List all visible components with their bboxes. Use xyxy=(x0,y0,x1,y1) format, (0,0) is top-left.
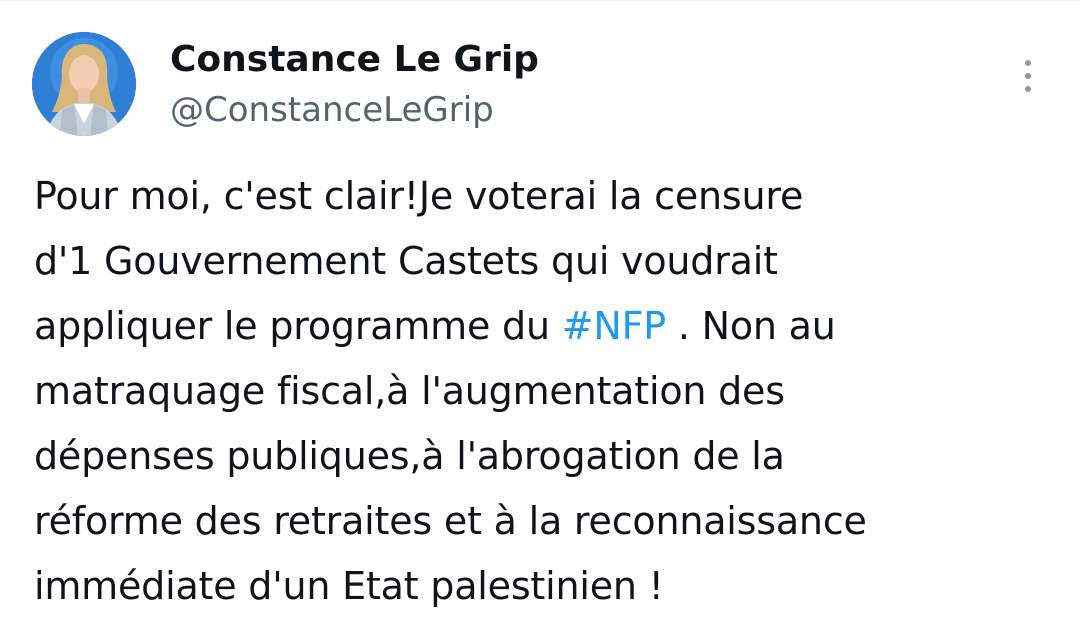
user-handle[interactable]: @ConstanceLeGrip xyxy=(170,87,494,133)
tweet-text-line: immédiate d'un Etat palestinien ! xyxy=(34,564,664,608)
avatar[interactable] xyxy=(32,32,136,136)
tweet-text-line: Pour moi, c'est clair!Je voterai la cens… xyxy=(34,174,804,218)
tweet-text-line: d'1 Gouvernement Castets qui voudrait xyxy=(34,239,778,283)
more-options-button[interactable] xyxy=(1010,54,1046,98)
hashtag-link[interactable]: #NFP xyxy=(562,304,666,348)
tweet-card: Constance Le Grip @ConstanceLeGrip Pour … xyxy=(0,0,1080,624)
tweet-text-segment: appliquer le programme du xyxy=(34,304,562,348)
more-vertical-icon-dot xyxy=(1025,86,1031,92)
avatar-image xyxy=(32,32,136,136)
tweet-text-segment: . Non au xyxy=(665,304,836,348)
tweet-text: Pour moi, c'est clair!Je voterai la cens… xyxy=(34,164,1064,619)
more-vertical-icon xyxy=(1025,60,1031,66)
more-vertical-icon-dot xyxy=(1025,73,1031,79)
tweet-text-line: matraquage fiscal,à l'augmentation des xyxy=(34,369,785,413)
tweet-text-line: réforme des retraites et à la reconnaiss… xyxy=(34,499,867,543)
tweet-text-line: dépenses publiques,à l'abrogation de la xyxy=(34,434,785,478)
tweet-text-line: appliquer le programme du #NFP . Non au xyxy=(34,294,1064,359)
display-name[interactable]: Constance Le Grip xyxy=(170,36,539,84)
